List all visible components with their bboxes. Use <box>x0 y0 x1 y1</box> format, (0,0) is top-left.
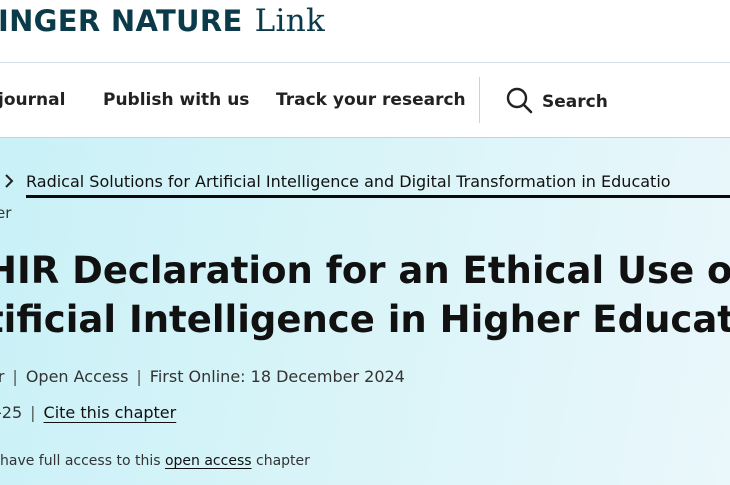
access-suffix: chapter <box>256 453 310 469</box>
nav-divider <box>479 77 480 123</box>
nav-item-track-your-research[interactable]: Track your research <box>276 90 466 110</box>
chapter-title: HIR Declaration for an Ethical Use of ti… <box>0 246 730 344</box>
search-label: Search <box>542 92 608 112</box>
chapter-meta: er|Open Access|First Online: 18 December… <box>0 367 405 386</box>
chevron-right-icon <box>4 173 14 188</box>
site-header: INGER NATURE Link <box>0 0 730 62</box>
chapter-header: Radical Solutions for Artificial Intelli… <box>0 138 730 485</box>
chapter-title-line-1: HIR Declaration for an Ethical Use of <box>0 249 730 292</box>
springer-nature-link-logo[interactable]: INGER NATURE Link <box>0 3 325 39</box>
access-prefix: have full access to this <box>0 453 161 469</box>
main-nav: journal Publish with us Track your resea… <box>0 63 730 137</box>
breadcrumb-underline <box>26 195 730 198</box>
chapter-title-line-2: tificial Intelligence in Higher Educati <box>0 298 730 341</box>
search-icon <box>505 86 533 118</box>
content-type-label: er <box>0 204 12 222</box>
open-access-label: Open Access <box>25 367 129 386</box>
cite-this-chapter-link[interactable]: Cite this chapter <box>44 403 177 422</box>
access-notice: have full access to this open access cha… <box>0 453 310 469</box>
nav-item-publish-with-us[interactable]: Publish with us <box>103 90 249 110</box>
first-online-date: First Online: 18 December 2024 <box>149 367 405 386</box>
search-button[interactable]: Search <box>505 86 608 118</box>
logo-brand-text: INGER NATURE <box>0 4 243 38</box>
breadcrumb-book-link[interactable]: Radical Solutions for Artificial Intelli… <box>26 172 671 191</box>
open-access-link[interactable]: open access <box>165 453 252 469</box>
chapter-pages-and-cite: -25|Cite this chapter <box>0 403 176 422</box>
meta-content-type: er <box>0 367 5 386</box>
nav-item-find-a-journal[interactable]: journal <box>0 90 65 110</box>
page-range: -25 <box>0 403 23 422</box>
logo-link-text: Link <box>254 3 326 39</box>
